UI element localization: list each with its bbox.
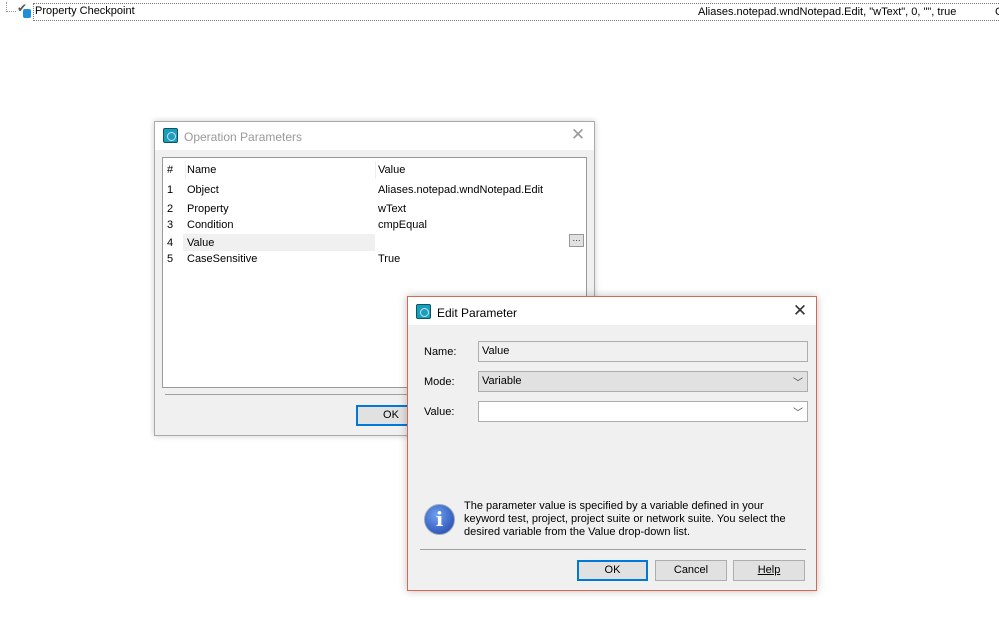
table-row[interactable]: 1 Object Aliases.notepad.wndNotepad.Edit [163, 182, 586, 199]
info-icon: i [424, 504, 455, 535]
row-name: CaseSensitive [187, 253, 258, 265]
col-header-value: Value [378, 164, 406, 176]
row-number: 5 [167, 253, 174, 265]
table-row[interactable]: 2 Property wText [163, 201, 586, 218]
edit-parameter-dialog: Edit Parameter ✕ Name: Value Mode: Varia… [407, 296, 817, 591]
dialog-title: Operation Parameters [184, 130, 303, 144]
row-name: Object [187, 184, 219, 196]
table-row[interactable]: 5 CaseSensitive True [163, 251, 586, 268]
chevron-down-icon: ﹀ [793, 408, 803, 419]
test-item-row[interactable]: Property Checkpoint Aliases.notepad.wndN… [33, 3, 999, 21]
row-value: True [378, 253, 401, 265]
row-number: 4 [167, 237, 174, 249]
help-button[interactable]: Help [733, 560, 805, 581]
cancel-button[interactable]: Cancel [655, 560, 727, 581]
operation-label: Property Checkpoint [35, 5, 135, 17]
row-name: Condition [187, 219, 234, 231]
checkpoint-icon: ✔ [17, 1, 31, 18]
next-column-text: C [995, 6, 999, 18]
tree-connector [6, 2, 16, 12]
name-field[interactable]: Value [478, 341, 808, 362]
app-icon [416, 304, 431, 319]
close-icon[interactable]: ✕ [568, 125, 588, 145]
row-name: Value [187, 237, 215, 249]
mode-label: Mode: [424, 376, 455, 388]
chevron-down-icon: ﹀ [793, 378, 803, 389]
col-header-number: # [167, 164, 174, 176]
title-bar: Operation Parameters ✕ [155, 122, 594, 150]
row-value: Aliases.notepad.wndNotepad.Edit [378, 184, 544, 196]
operation-value: Aliases.notepad.wndNotepad.Edit, "wText"… [698, 6, 957, 18]
col-header-name: Name [187, 164, 217, 176]
row-value: cmpEqual [378, 219, 427, 231]
name-value: Value [482, 345, 510, 357]
mode-value: Variable [482, 375, 522, 387]
separator [420, 549, 806, 550]
row-number: 2 [167, 203, 174, 215]
value-label: Value: [424, 406, 455, 418]
row-number: 3 [167, 219, 174, 231]
row-value: wText [378, 203, 407, 215]
ellipsis-button[interactable]: ··· [569, 234, 584, 247]
table-row-selected[interactable]: 4 Value ··· [163, 234, 586, 251]
close-icon[interactable]: ✕ [790, 301, 810, 321]
value-select[interactable]: ﹀ [478, 401, 808, 422]
info-text: The parameter value is specified by a va… [464, 500, 786, 538]
dialog-title: Edit Parameter [437, 306, 518, 320]
table-row[interactable]: 3 Condition cmpEqual [163, 217, 586, 234]
title-bar: Edit Parameter ✕ [408, 297, 816, 325]
mode-select[interactable]: Variable ﹀ [478, 371, 808, 392]
app-icon [163, 128, 178, 143]
name-label: Name: [424, 346, 457, 358]
row-number: 1 [167, 184, 174, 196]
row-name: Property [187, 203, 229, 215]
ok-button[interactable]: OK [577, 560, 648, 581]
